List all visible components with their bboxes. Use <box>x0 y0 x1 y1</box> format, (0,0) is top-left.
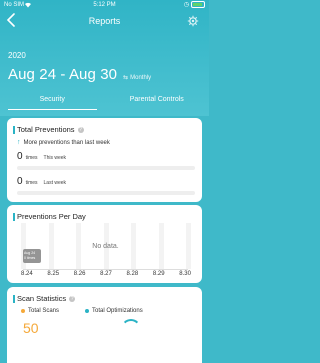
last-week-label: Last week <box>43 180 67 186</box>
this-week-value: 0 <box>17 151 23 162</box>
scan-statistics-card: Scan Statistics ? Total Scans Total Opti… <box>7 287 202 363</box>
optimizations-ring <box>121 319 141 339</box>
preventions-per-day-card: Preventions Per Day No data. Aug 24 0 ti… <box>7 205 202 283</box>
period-selector[interactable]: ⇆ Monthly <box>123 74 152 82</box>
trend-indicator: ↑ More preventions than last week <box>17 139 110 146</box>
chart-baseline <box>23 269 188 270</box>
scan-legend: Total Scans Total Optimizations <box>21 308 143 314</box>
page-title: Reports <box>88 16 121 26</box>
tab-parental-controls[interactable]: Parental Controls <box>105 92 210 112</box>
date-range: Aug 24 - Aug 30 <box>8 66 118 83</box>
period-mode: Monthly <box>130 74 152 81</box>
day-label: 8.30 <box>179 271 191 277</box>
battery-icon <box>191 1 205 8</box>
total-scans-value-partial: 50 <box>23 320 39 336</box>
daily-chart: No data. Aug 24 0 times <box>21 223 191 269</box>
info-icon[interactable]: ? <box>69 295 76 302</box>
status-bar: No SIM 5:12 PM ◷ <box>0 0 209 10</box>
report-tabs: Security Parental Controls <box>0 92 209 112</box>
report-header: No SIM 5:12 PM ◷ Reports 2020 Aug 24 - A… <box>0 0 209 116</box>
last-week-bar <box>17 191 195 195</box>
this-week-bar <box>17 166 195 170</box>
arrow-up-icon: ↑ <box>17 139 21 146</box>
trend-text: More preventions than last week <box>23 139 110 146</box>
info-icon[interactable]: ? <box>77 126 84 133</box>
gear-icon <box>187 15 199 27</box>
dot-icon <box>85 309 90 313</box>
card-title: Total Preventions <box>17 125 75 134</box>
legend-total-optimizations: Total Optimizations <box>85 308 143 314</box>
day-label: 8.26 <box>73 271 86 277</box>
swap-icon: ⇆ <box>123 75 129 81</box>
chart-tooltip: Aug 24 0 times <box>23 249 41 263</box>
card-title: Scan Statistics <box>17 294 67 303</box>
last-week-stat: 0 times Last week <box>17 176 66 187</box>
day-label: 8.29 <box>152 271 165 277</box>
tab-security[interactable]: Security <box>0 92 105 112</box>
this-week-stat: 0 times This week <box>17 151 66 162</box>
day-label: 8.28 <box>126 271 139 277</box>
day-label: 8.25 <box>47 271 60 277</box>
tooltip-value: 0 times <box>24 255 36 260</box>
day-axis: 8.24 8.25 8.26 8.27 8.28 8.29 8.30 <box>21 271 191 277</box>
total-preventions-card: Total Preventions ? ↑ More preventions t… <box>7 118 202 202</box>
this-week-label: This week <box>43 155 67 161</box>
card-title: Preventions Per Day <box>17 212 86 221</box>
alarm-icon: ◷ <box>183 2 189 8</box>
status-time: 5:12 PM <box>93 2 116 8</box>
this-week-unit: times <box>25 155 38 161</box>
last-week-value: 0 <box>17 176 23 187</box>
dot-icon <box>21 309 25 313</box>
year-label: 2020 <box>8 51 26 60</box>
day-label: 8.24 <box>21 271 33 277</box>
day-label: 8.27 <box>100 271 112 277</box>
settings-button[interactable] <box>187 15 201 29</box>
last-week-unit: times <box>25 180 38 186</box>
legend-total-scans: Total Scans <box>21 308 59 314</box>
nav-bar: Reports <box>0 12 209 32</box>
no-data-message: No data. <box>92 243 119 250</box>
